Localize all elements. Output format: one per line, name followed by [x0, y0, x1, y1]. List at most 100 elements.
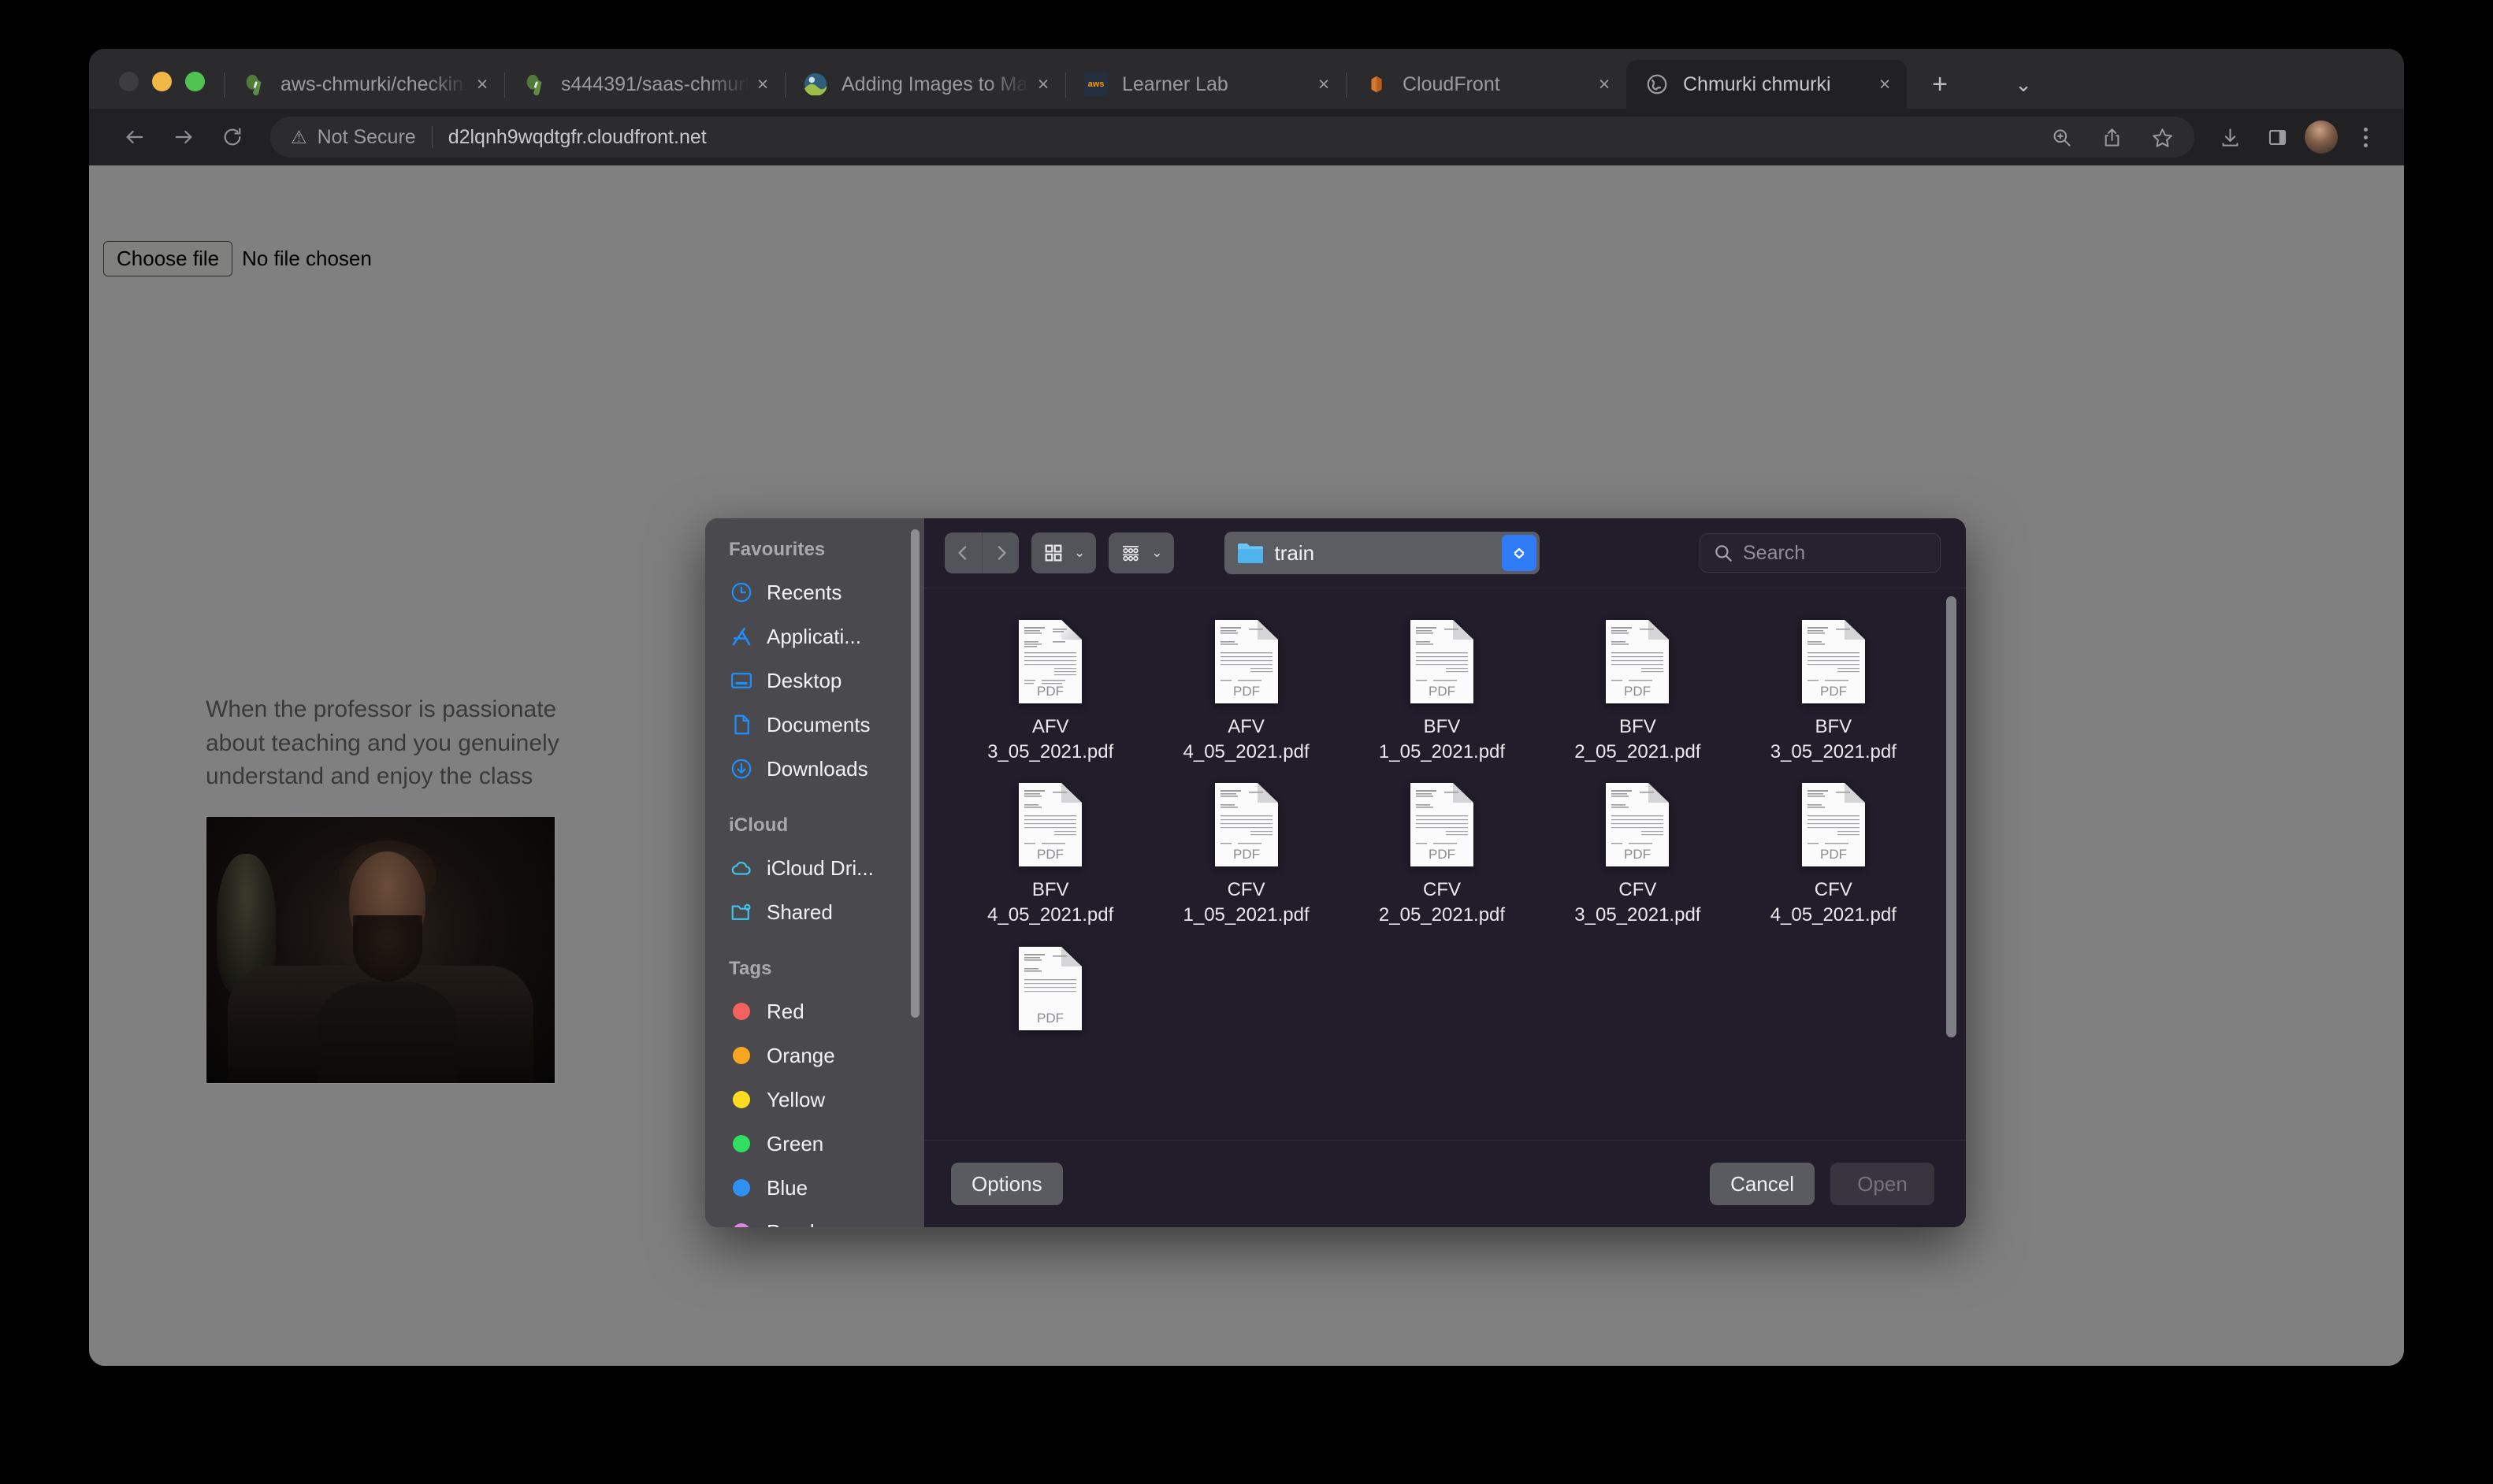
dialog-forward-button[interactable] — [982, 532, 1019, 573]
sidebar-tag-blue[interactable]: Blue — [705, 1166, 924, 1210]
markdown-guide-icon — [804, 72, 827, 96]
popup-updown-arrows-icon[interactable] — [1501, 535, 1536, 571]
pdf-file-icon: PDF — [1800, 618, 1867, 705]
address-bar[interactable]: ⚠ Not Secure d2lqnh9wqdtgfr.cloudfront.n… — [270, 117, 2194, 158]
file-name-label: BFV 3_05_2021.pdf — [1770, 716, 1897, 762]
options-button[interactable]: Options — [951, 1163, 1063, 1205]
file-item[interactable]: PDF CFV 3_05_2021.pdf — [1540, 772, 1735, 927]
close-tab-icon[interactable]: × — [1871, 70, 1899, 98]
sidebar-item-label: Blue — [767, 1175, 808, 1200]
dialog-back-button[interactable] — [945, 532, 982, 573]
sidebar-item-desktop[interactable]: Desktop — [705, 659, 924, 703]
close-tab-icon[interactable]: × — [1590, 70, 1618, 98]
forward-button[interactable] — [162, 115, 206, 159]
browser-tab-1[interactable]: s444391/saas-chmurki - s × — [504, 60, 785, 109]
file-dialog-main: ⌄ ⌄ train Search PDF AFV 3_05_2021.pdf P… — [924, 518, 1966, 1227]
close-tab-icon[interactable]: × — [749, 70, 777, 98]
group-view-button[interactable]: ⌄ — [1109, 532, 1174, 573]
svg-text:PDF: PDF — [1820, 847, 1847, 862]
browser-tab-0[interactable]: aws-chmurki/checkin.ipynb × — [224, 60, 504, 109]
search-input[interactable]: Search — [1700, 533, 1941, 573]
file-item[interactable]: PDF — [953, 936, 1148, 1041]
choose-file-button[interactable]: Choose file — [103, 241, 233, 276]
search-placeholder: Search — [1743, 541, 1806, 564]
pdf-file-icon: PDF — [1408, 781, 1476, 868]
sidebar-tag-green[interactable]: Green — [705, 1122, 924, 1166]
close-tab-icon[interactable]: × — [468, 70, 496, 98]
tab-title: CloudFront — [1403, 72, 1500, 95]
pdf-file-icon: PDF — [1800, 781, 1867, 868]
file-upload-control: Choose file No file chosen — [103, 241, 372, 276]
file-item[interactable]: PDF BFV 2_05_2021.pdf — [1540, 609, 1735, 764]
pdf-file-icon: PDF — [1213, 781, 1280, 868]
file-name-label: BFV 2_05_2021.pdf — [1574, 716, 1701, 762]
file-item[interactable]: PDF BFV 3_05_2021.pdf — [1736, 609, 1931, 764]
sidebar-section-header-icloud: iCloud — [729, 814, 789, 836]
close-window-button[interactable] — [119, 72, 139, 91]
pdf-file-icon: PDF — [1603, 781, 1671, 868]
share-icon[interactable] — [2092, 117, 2131, 157]
sidebar-scrollbar[interactable] — [911, 529, 920, 1018]
svg-text:PDF: PDF — [1429, 684, 1455, 699]
close-tab-icon[interactable]: × — [1029, 70, 1057, 98]
sidebar-item-downloads[interactable]: Downloads — [705, 747, 924, 791]
reload-button[interactable] — [210, 115, 255, 159]
pdf-file-icon: PDF — [1603, 618, 1671, 705]
site-security-indicator[interactable]: ⚠ Not Secure — [291, 126, 416, 149]
minimize-window-button[interactable] — [152, 72, 172, 91]
back-button[interactable] — [113, 115, 157, 159]
path-popup-button[interactable]: train — [1224, 532, 1540, 574]
file-item[interactable]: PDF BFV 4_05_2021.pdf — [953, 772, 1148, 927]
tab-search-chevron-down-icon[interactable]: ⌄ — [2001, 62, 2045, 106]
sidebar-item-label: Red — [767, 999, 804, 1023]
sidebar-tag-orange[interactable]: Orange — [705, 1033, 924, 1078]
svg-text:PDF: PDF — [1233, 847, 1260, 862]
browser-tab-4[interactable]: CloudFront × — [1346, 60, 1626, 109]
sidebar-tag-red[interactable]: Red — [705, 989, 924, 1033]
globe-icon — [1645, 72, 1669, 96]
folder-icon — [1237, 544, 1263, 563]
file-item[interactable]: PDF CFV 4_05_2021.pdf — [1736, 772, 1931, 927]
svg-text:PDF: PDF — [1429, 847, 1455, 862]
file-item[interactable]: PDF CFV 1_05_2021.pdf — [1148, 772, 1343, 927]
shared-folder-icon — [729, 900, 754, 925]
sidebar-item-documents[interactable]: Documents — [705, 703, 924, 747]
current-folder-label: train — [1274, 540, 1315, 565]
file-item[interactable]: PDF AFV 3_05_2021.pdf — [953, 609, 1148, 764]
page-content: Choose file No file chosen When the prof… — [89, 165, 2404, 1366]
browser-tab-2[interactable]: Adding Images to Markdown × — [785, 60, 1065, 109]
clock-icon — [729, 580, 754, 605]
sidebar-item-applications[interactable]: Applicati... — [705, 614, 924, 659]
search-icon — [1715, 545, 1732, 562]
file-area-scrollbar[interactable] — [1946, 596, 1956, 1037]
cancel-button[interactable]: Cancel — [1710, 1163, 1815, 1205]
file-item[interactable]: PDF CFV 2_05_2021.pdf — [1344, 772, 1540, 927]
sidebar-item-recents[interactable]: Recents — [705, 570, 924, 614]
pdf-file-icon: PDF — [1408, 618, 1476, 705]
file-item[interactable]: PDF BFV 1_05_2021.pdf — [1344, 609, 1540, 764]
sidebar-tag-purple[interactable]: Purple — [705, 1210, 924, 1227]
zoom-icon[interactable] — [2042, 117, 2081, 157]
new-tab-button[interactable]: + — [1918, 62, 1962, 106]
bookmark-star-icon[interactable] — [2142, 117, 2182, 157]
browser-toolbar: ⚠ Not Secure d2lqnh9wqdtgfr.cloudfront.n… — [89, 109, 2404, 165]
file-browser-area[interactable]: PDF AFV 3_05_2021.pdf PDF AFV 4_05_2021.… — [924, 588, 1966, 1141]
close-tab-icon[interactable]: × — [1310, 70, 1338, 98]
browser-tab-3[interactable]: aws Learner Lab × — [1065, 60, 1346, 109]
pdf-file-icon: PDF — [1016, 781, 1084, 868]
kebab-menu-icon[interactable] — [2346, 117, 2385, 157]
icon-view-button[interactable]: ⌄ — [1031, 532, 1097, 573]
sidepanel-icon[interactable] — [2257, 117, 2297, 157]
download-icon[interactable] — [2210, 117, 2250, 157]
footer-actions: Cancel Open — [1710, 1163, 1934, 1205]
file-item[interactable]: PDF AFV 4_05_2021.pdf — [1148, 609, 1343, 764]
sidebar-item-shared[interactable]: Shared — [705, 890, 924, 934]
browser-tab-5[interactable]: Chmurki chmurki × — [1626, 60, 1907, 109]
open-button[interactable]: Open — [1830, 1163, 1934, 1205]
omnibox-actions — [2042, 117, 2182, 158]
sidebar-tag-yellow[interactable]: Yellow — [705, 1078, 924, 1122]
profile-avatar[interactable] — [2305, 121, 2338, 154]
sidebar-item-icloud-drive[interactable]: iCloud Dri... — [705, 846, 924, 890]
maximize-window-button[interactable] — [185, 72, 205, 91]
cloudfront-icon — [1365, 72, 1388, 96]
